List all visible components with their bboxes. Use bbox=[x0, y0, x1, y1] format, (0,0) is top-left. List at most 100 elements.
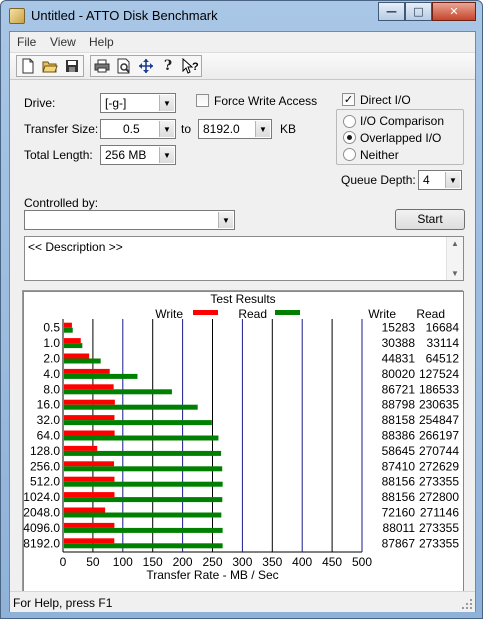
read-bar bbox=[64, 527, 223, 533]
y-tick-label: 0.5 bbox=[43, 321, 60, 335]
new-icon[interactable] bbox=[17, 56, 39, 76]
write-value: 30388 bbox=[382, 336, 416, 350]
chevron-down-icon: ▼ bbox=[445, 172, 460, 188]
help-icon[interactable]: ? bbox=[157, 56, 179, 76]
y-tick-label: 64.0 bbox=[37, 429, 61, 443]
minimize-button[interactable]: — bbox=[378, 2, 405, 21]
queue-depth-select[interactable]: 4 ▼ bbox=[418, 170, 462, 190]
write-bar bbox=[64, 461, 115, 467]
y-tick-label: 128.0 bbox=[30, 444, 60, 458]
read-bar bbox=[64, 358, 101, 364]
menu-view[interactable]: View bbox=[50, 35, 76, 49]
force-write-checkbox[interactable] bbox=[196, 94, 209, 107]
read-bar bbox=[64, 327, 73, 333]
controlled-by-select[interactable]: ▼ bbox=[24, 210, 235, 230]
io-comparison-radio[interactable] bbox=[343, 115, 356, 128]
x-tick-label: 200 bbox=[173, 555, 193, 569]
results-chart: Test Results Write Read Write Read 0 50 100 150 2… bbox=[23, 291, 464, 592]
drive-select[interactable]: [-g-] ▼ bbox=[100, 93, 176, 113]
x-tick-label: 100 bbox=[113, 555, 133, 569]
transfer-unit: KB bbox=[280, 122, 297, 136]
legend-read-label: Read bbox=[238, 307, 267, 321]
close-button[interactable]: ✕ bbox=[432, 2, 476, 21]
open-icon[interactable] bbox=[39, 56, 61, 76]
write-bar bbox=[64, 538, 115, 544]
resize-grip-icon[interactable] bbox=[461, 598, 473, 610]
read-value: 127524 bbox=[419, 367, 459, 381]
read-bar bbox=[64, 466, 223, 472]
x-tick-label: 450 bbox=[322, 555, 342, 569]
x-tick-label: 300 bbox=[232, 555, 252, 569]
write-value: 87867 bbox=[382, 536, 416, 550]
transfer-size-label: Transfer Size: bbox=[24, 122, 99, 136]
description-box[interactable]: << Description >> ▲ ▼ bbox=[24, 236, 464, 281]
overlapped-io-label: Overlapped I/O bbox=[360, 131, 442, 145]
direct-io-label: Direct I/O bbox=[360, 93, 411, 107]
total-length-select[interactable]: 256 MB ▼ bbox=[100, 145, 176, 165]
write-bar bbox=[64, 353, 90, 359]
y-tick-label: 4.0 bbox=[43, 367, 60, 381]
write-bar bbox=[64, 322, 72, 328]
transfer-to-word: to bbox=[181, 122, 192, 136]
menu-file[interactable]: File bbox=[17, 35, 36, 49]
transfer-from-select[interactable]: 0.5 ▼ bbox=[100, 119, 176, 139]
write-value: 88798 bbox=[382, 398, 416, 412]
y-tick-label: 1024.0 bbox=[23, 490, 60, 504]
drive-label: Drive: bbox=[24, 96, 56, 110]
read-bar bbox=[64, 420, 212, 426]
total-length-value: 256 MB bbox=[105, 148, 147, 162]
toolbar-tools-group: ? ? bbox=[90, 55, 202, 77]
print-preview-icon[interactable] bbox=[113, 56, 135, 76]
io-comparison-label: I/O Comparison bbox=[360, 114, 445, 128]
transfer-from-value: 0.5 bbox=[123, 122, 140, 136]
move-icon[interactable] bbox=[135, 56, 157, 76]
y-tick-label: 2048.0 bbox=[23, 506, 60, 520]
y-tick-label: 2.0 bbox=[43, 352, 60, 366]
write-bar bbox=[64, 338, 81, 344]
svg-text:?: ? bbox=[192, 61, 199, 73]
write-bar bbox=[64, 430, 115, 436]
read-value: 186533 bbox=[419, 382, 459, 396]
description-scrollbar[interactable]: ▲ ▼ bbox=[446, 237, 463, 280]
y-tick-label: 256.0 bbox=[30, 459, 60, 473]
queue-depth-label: Queue Depth: bbox=[341, 173, 416, 187]
read-bar bbox=[64, 512, 222, 518]
x-tick-label: 0 bbox=[60, 555, 67, 569]
x-tick-label: 50 bbox=[86, 555, 100, 569]
read-bar bbox=[64, 497, 223, 503]
neither-radio[interactable] bbox=[343, 148, 356, 161]
write-value: 88011 bbox=[383, 521, 416, 535]
save-icon[interactable] bbox=[61, 56, 83, 76]
overlapped-io-radio[interactable] bbox=[343, 131, 356, 144]
status-text: For Help, press F1 bbox=[13, 596, 113, 610]
read-value: 16684 bbox=[426, 321, 460, 335]
read-bar bbox=[64, 404, 198, 410]
chevron-down-icon: ▼ bbox=[159, 121, 174, 137]
read-value: 64512 bbox=[426, 352, 460, 366]
write-bar bbox=[64, 507, 106, 513]
read-value: 33114 bbox=[427, 336, 460, 350]
context-help-icon[interactable]: ? bbox=[179, 56, 201, 76]
y-tick-label: 512.0 bbox=[30, 475, 60, 489]
read-bar bbox=[64, 450, 222, 456]
menu-bar: File View Help bbox=[10, 32, 475, 52]
x-tick-label: 500 bbox=[352, 555, 372, 569]
start-button[interactable]: Start bbox=[395, 209, 465, 230]
toolbar: ? ? bbox=[10, 52, 475, 80]
write-value: 72160 bbox=[382, 506, 416, 520]
maximize-button[interactable]: □ bbox=[405, 2, 432, 21]
x-tick-label: 350 bbox=[262, 555, 282, 569]
queue-depth-value: 4 bbox=[423, 173, 430, 187]
title-bar[interactable]: Untitled - ATTO Disk Benchmark — □ ✕ bbox=[1, 1, 482, 31]
toolbar-file-group bbox=[16, 55, 84, 77]
chevron-down-icon: ▼ bbox=[255, 121, 270, 137]
print-icon[interactable] bbox=[91, 56, 113, 76]
menu-help[interactable]: Help bbox=[89, 35, 114, 49]
legend-read-swatch bbox=[275, 310, 300, 315]
transfer-to-select[interactable]: 8192.0 ▼ bbox=[198, 119, 272, 139]
controlled-by-label: Controlled by: bbox=[24, 196, 99, 210]
write-value: 87410 bbox=[382, 459, 416, 473]
direct-io-checkbox[interactable]: ✓ bbox=[342, 93, 355, 106]
legend-write-swatch bbox=[193, 310, 218, 315]
x-tick-label: 250 bbox=[202, 555, 222, 569]
